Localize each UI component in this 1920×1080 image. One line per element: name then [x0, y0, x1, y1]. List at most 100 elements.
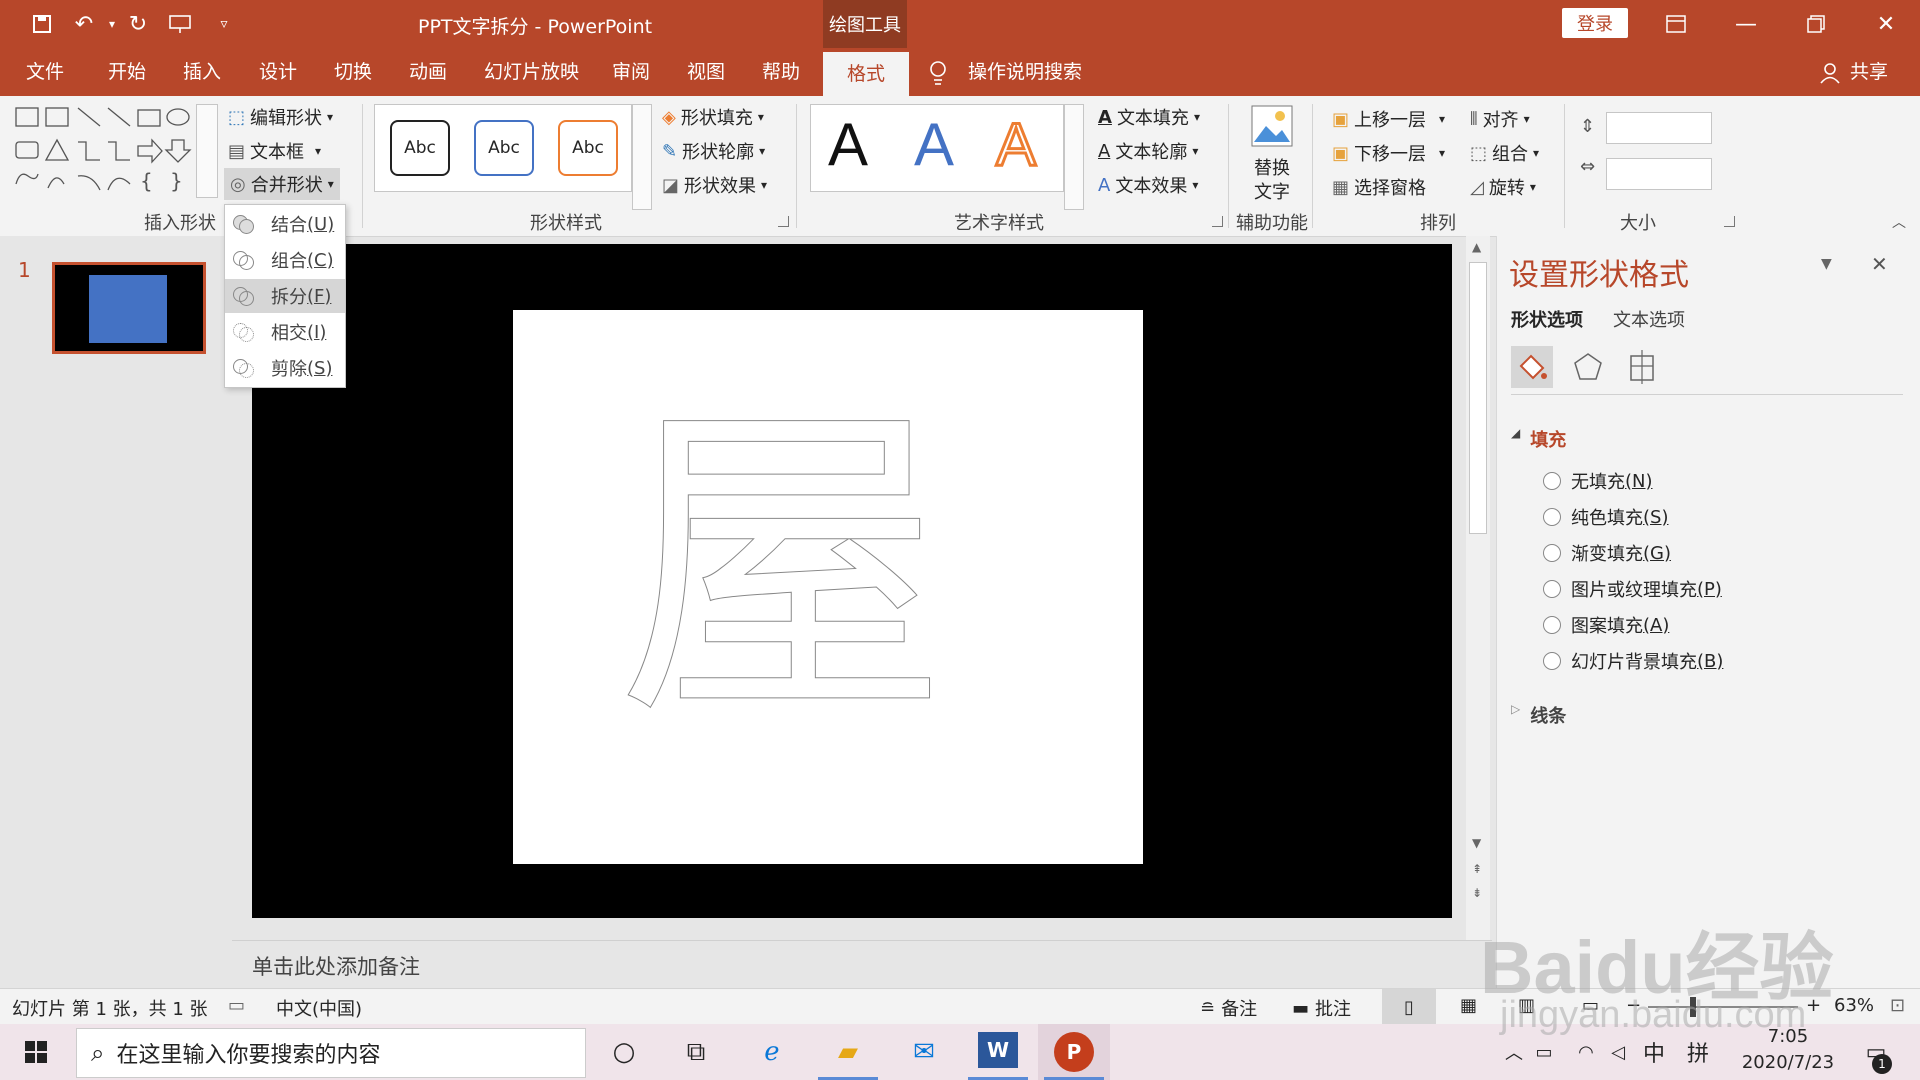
wordart-style-1[interactable]: A — [828, 110, 868, 179]
radio-no-fill[interactable]: 无填充 (N) — [1543, 468, 1653, 494]
shape-fill-button[interactable]: ◈ 形状填充 ▾ — [662, 104, 764, 130]
group-button[interactable]: ⬚ 组合 ▾ — [1470, 140, 1539, 166]
taskbar-search[interactable]: ⌕ 在这里输入你要搜索的内容 — [76, 1028, 586, 1078]
pane-close-icon[interactable]: ✕ — [1871, 252, 1888, 276]
cortana-icon[interactable]: ○ — [604, 1032, 644, 1072]
radio-circle[interactable] — [1543, 580, 1561, 598]
restore-icon[interactable] — [1786, 0, 1846, 48]
tab-shape-options[interactable]: 形状选项 — [1511, 306, 1583, 332]
shape-height-input[interactable] — [1606, 112, 1712, 144]
text-outline-button[interactable]: A 文本轮廓 ▾ — [1098, 138, 1198, 164]
vertical-scrollbar[interactable]: ▲ ▼ ⇞ ⇟ — [1466, 236, 1490, 988]
menu-item-intersect[interactable]: 相交 (I) — [225, 315, 345, 349]
tab-view[interactable]: 视图 — [687, 48, 725, 96]
text-effect-button[interactable]: A 文本效果 ▾ — [1098, 172, 1198, 198]
line-section-header[interactable]: ▷ 线条 — [1511, 702, 1566, 728]
tab-review[interactable]: 审阅 — [612, 48, 650, 96]
size-properties-icon[interactable] — [1621, 346, 1663, 388]
menu-item-combine[interactable]: 组合 (C) — [225, 243, 345, 277]
dialog-launcher-icon[interactable] — [1724, 216, 1735, 227]
wordart-scroll[interactable] — [1064, 104, 1084, 210]
ribbon-display-icon[interactable] — [1646, 0, 1706, 48]
pane-options-icon[interactable]: ▼ — [1821, 256, 1832, 272]
share-button[interactable]: 共享 — [1850, 48, 1888, 96]
radio-circle[interactable] — [1543, 508, 1561, 526]
spell-check-icon[interactable]: ▭ — [228, 995, 245, 1016]
volume-icon[interactable]: ◁ — [1598, 1032, 1638, 1072]
battery-icon[interactable]: ▭ — [1524, 1032, 1564, 1072]
collapse-ribbon-icon[interactable]: ︿ — [1892, 212, 1906, 232]
dialog-launcher-icon[interactable] — [1212, 216, 1223, 227]
mail-icon[interactable]: ✉ — [904, 1032, 944, 1072]
fill-section-header[interactable]: ◢ 填充 — [1511, 426, 1566, 452]
wordart-style-2[interactable]: A — [914, 110, 954, 179]
textbox-button[interactable]: ▤ 文本框 ▾ — [228, 138, 321, 164]
fill-line-icon[interactable] — [1511, 346, 1553, 388]
alt-text-label-1[interactable]: 替换 — [1254, 154, 1290, 180]
radio-circle[interactable] — [1543, 544, 1561, 562]
split-character[interactable]: 屋 — [617, 402, 948, 733]
tab-design[interactable]: 设计 — [259, 48, 297, 96]
send-backward-button[interactable]: ▣ 下移一层 ▾ — [1332, 140, 1445, 166]
scroll-down-icon[interactable]: ▼ — [1472, 836, 1481, 850]
login-button[interactable]: 登录 — [1562, 8, 1628, 38]
shape-style-thumb-2[interactable]: Abc — [474, 120, 534, 176]
alt-text-icon[interactable] — [1250, 104, 1294, 148]
file-explorer-icon[interactable]: ▰ — [828, 1032, 868, 1072]
undo-icon[interactable]: ↶ — [70, 10, 98, 38]
radio-circle[interactable] — [1543, 616, 1561, 634]
language-status[interactable]: 中文(中国) — [276, 995, 362, 1021]
clock-date[interactable]: 2020/7/23 — [1732, 1052, 1844, 1073]
menu-item-union[interactable]: 结合 (U) — [225, 207, 345, 241]
next-slide-icon[interactable]: ⇟ — [1472, 886, 1482, 900]
menu-item-subtract[interactable]: 剪除 (S) — [225, 351, 345, 385]
menu-item-fragment[interactable]: 拆分 (F) — [225, 279, 345, 313]
radio-gradient-fill[interactable]: 渐变填充 (G) — [1543, 540, 1671, 566]
task-view-icon[interactable]: ⧉ — [676, 1032, 716, 1072]
slide[interactable]: 屋 — [513, 310, 1143, 864]
radio-circle[interactable] — [1543, 472, 1561, 490]
align-button[interactable]: ⫴ 对齐 ▾ — [1470, 106, 1530, 132]
tell-me-search[interactable]: 操作说明搜索 — [968, 48, 1082, 96]
zoom-level[interactable]: 63% — [1834, 995, 1874, 1016]
powerpoint-icon[interactable]: P — [1054, 1032, 1094, 1072]
bring-forward-button[interactable]: ▣ 上移一层 ▾ — [1332, 106, 1445, 132]
alt-text-label-2[interactable]: 文字 — [1254, 178, 1290, 204]
shape-style-thumb-3[interactable]: Abc — [558, 120, 618, 176]
shape-width-input[interactable] — [1606, 158, 1712, 190]
minimize-icon[interactable]: — — [1716, 0, 1776, 48]
edge-icon[interactable]: ℯ — [752, 1032, 792, 1072]
slide-sorter-icon[interactable]: ▦ — [1460, 995, 1477, 1016]
dialog-launcher-icon[interactable] — [778, 216, 789, 227]
scroll-thumb[interactable] — [1469, 262, 1487, 534]
normal-view-icon[interactable]: ▯ — [1382, 989, 1436, 1025]
notes-toggle[interactable]: ≘ 备注 — [1200, 995, 1257, 1021]
ime-pinyin[interactable]: 拼 — [1678, 1032, 1718, 1072]
shape-style-thumb-1[interactable]: Abc — [390, 120, 450, 176]
previous-slide-icon[interactable]: ⇞ — [1472, 862, 1482, 876]
word-icon[interactable]: W — [978, 1032, 1018, 1068]
close-icon[interactable]: ✕ — [1856, 0, 1916, 48]
edit-shape-button[interactable]: ⬚ 编辑形状 ▾ — [228, 104, 333, 130]
text-fill-button[interactable]: A 文本填充 ▾ — [1098, 104, 1200, 130]
present-from-start-icon[interactable] — [166, 10, 194, 38]
shape-effect-button[interactable]: ◪ 形状效果 ▾ — [662, 172, 767, 198]
scroll-up-icon[interactable]: ▲ — [1472, 240, 1481, 254]
save-icon[interactable] — [28, 10, 56, 38]
selection-pane-button[interactable]: ▦ 选择窗格 — [1332, 174, 1426, 200]
shape-styles-scroll[interactable] — [632, 104, 652, 210]
shapes-gallery[interactable]: {} — [12, 104, 192, 196]
radio-pattern-fill[interactable]: 图案填充 (A) — [1543, 612, 1669, 638]
tab-text-options[interactable]: 文本选项 — [1613, 306, 1685, 332]
tab-insert[interactable]: 插入 — [183, 48, 221, 96]
undo-dropdown-icon[interactable]: ▾ — [98, 10, 126, 38]
tab-animations[interactable]: 动画 — [409, 48, 447, 96]
wordart-style-3[interactable]: A — [994, 110, 1037, 180]
customize-qat-icon[interactable]: ▿ — [210, 10, 238, 38]
windows-start-icon[interactable] — [16, 1032, 56, 1072]
effects-icon[interactable] — [1567, 346, 1609, 388]
radio-solid-fill[interactable]: 纯色填充 (S) — [1543, 504, 1668, 530]
notes-pane[interactable]: 单击此处添加备注 — [232, 940, 1492, 989]
tab-slideshow[interactable]: 幻灯片放映 — [484, 48, 579, 96]
tab-home[interactable]: 开始 — [108, 48, 146, 96]
